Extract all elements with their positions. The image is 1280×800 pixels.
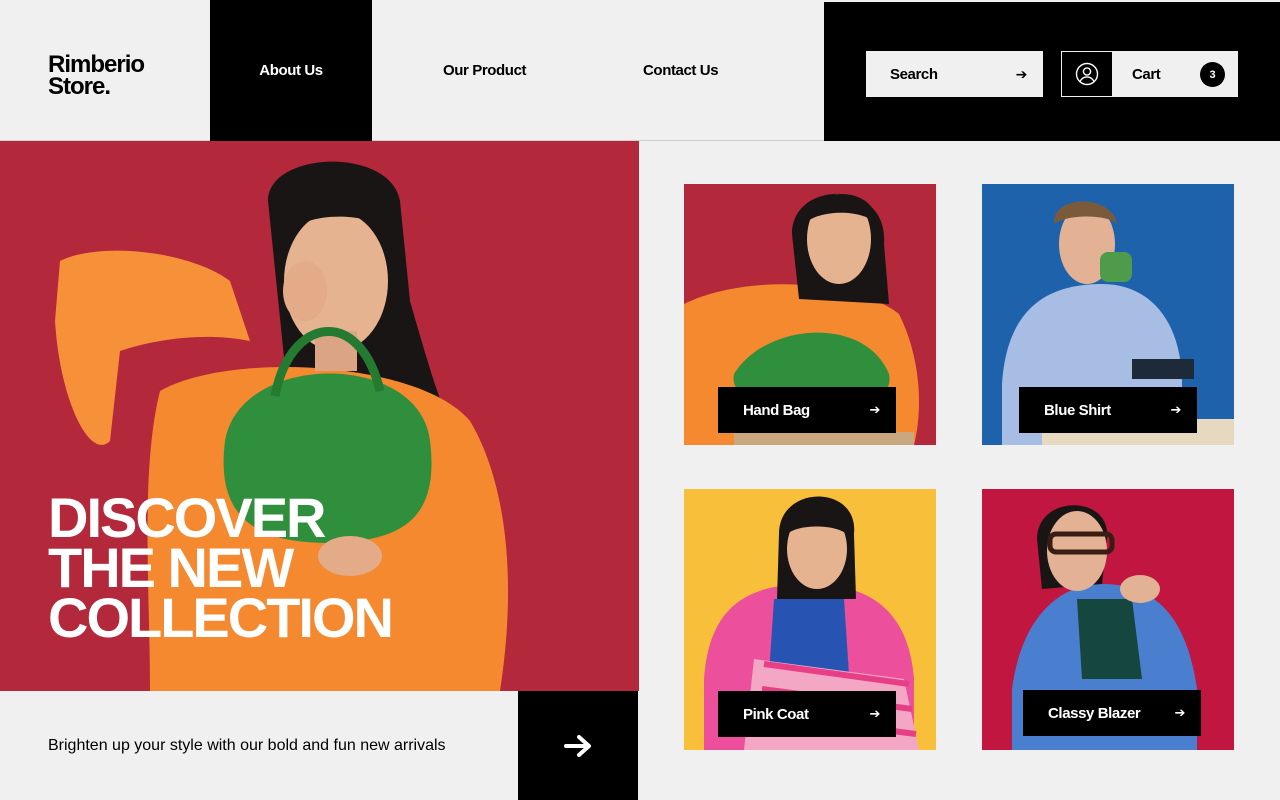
brand-logo[interactable]: Rimberio Store.	[48, 53, 145, 100]
cart-label: Cart	[1132, 65, 1161, 83]
brand-line-2: Store.	[48, 73, 111, 100]
arrow-right-icon: ➔	[1015, 65, 1028, 82]
product-name: Hand Bag	[743, 401, 810, 419]
site-header: Rimberio Store. About Us Our Product Con…	[0, 0, 1280, 141]
product-label-hand-bag[interactable]: Hand Bag ➔	[718, 387, 896, 433]
product-name: Pink Coat	[743, 705, 809, 723]
user-icon	[1075, 62, 1099, 86]
product-card-hand-bag[interactable]: Hand Bag ➔	[684, 184, 936, 445]
search-label: Search	[890, 65, 938, 83]
product-name: Blue Shirt	[1044, 401, 1111, 419]
product-label-blue-shirt[interactable]: Blue Shirt ➔	[1019, 387, 1197, 433]
product-card-pink-coat[interactable]: Pink Coat ➔	[684, 489, 936, 750]
hero-tagline-bar: Brighten up your style with our bold and…	[0, 691, 518, 800]
product-label-pink-coat[interactable]: Pink Coat ➔	[718, 691, 896, 737]
nav-contact-us[interactable]: Contact Us	[643, 0, 719, 141]
product-name: Classy Blazer	[1048, 704, 1141, 722]
arrow-right-icon: ➔	[869, 706, 881, 721]
nav-about-us[interactable]: About Us	[210, 0, 372, 141]
hero-title-line-3: COLLECTION	[48, 586, 394, 649]
header-actions: Search ➔ Cart 3	[824, 2, 1280, 141]
arrow-right-icon: ➔	[869, 402, 881, 417]
product-label-classy-blazer[interactable]: Classy Blazer ➔	[1023, 690, 1201, 736]
hero-banner: DISCOVER THE NEW COLLECTION	[0, 141, 639, 691]
arrow-right-icon	[564, 734, 591, 757]
product-card-blue-shirt[interactable]: Blue Shirt ➔	[982, 184, 1234, 445]
store-page: Rimberio Store. About Us Our Product Con…	[0, 0, 1280, 800]
nav-our-product[interactable]: Our Product	[443, 0, 527, 141]
product-card-classy-blazer[interactable]: Classy Blazer ➔	[982, 489, 1234, 750]
cart-count-badge: 3	[1200, 62, 1225, 87]
arrow-right-icon: ➔	[1170, 402, 1182, 417]
hero-tagline: Brighten up your style with our bold and…	[48, 736, 446, 754]
arrow-right-icon: ➔	[1174, 705, 1186, 720]
hero-title: DISCOVER THE NEW COLLECTION	[48, 490, 394, 649]
hero-cta-button[interactable]	[518, 691, 638, 800]
cart-button[interactable]: Cart 3	[1061, 51, 1238, 97]
user-account-button[interactable]	[1062, 52, 1112, 96]
search-button[interactable]: Search ➔	[866, 51, 1043, 97]
